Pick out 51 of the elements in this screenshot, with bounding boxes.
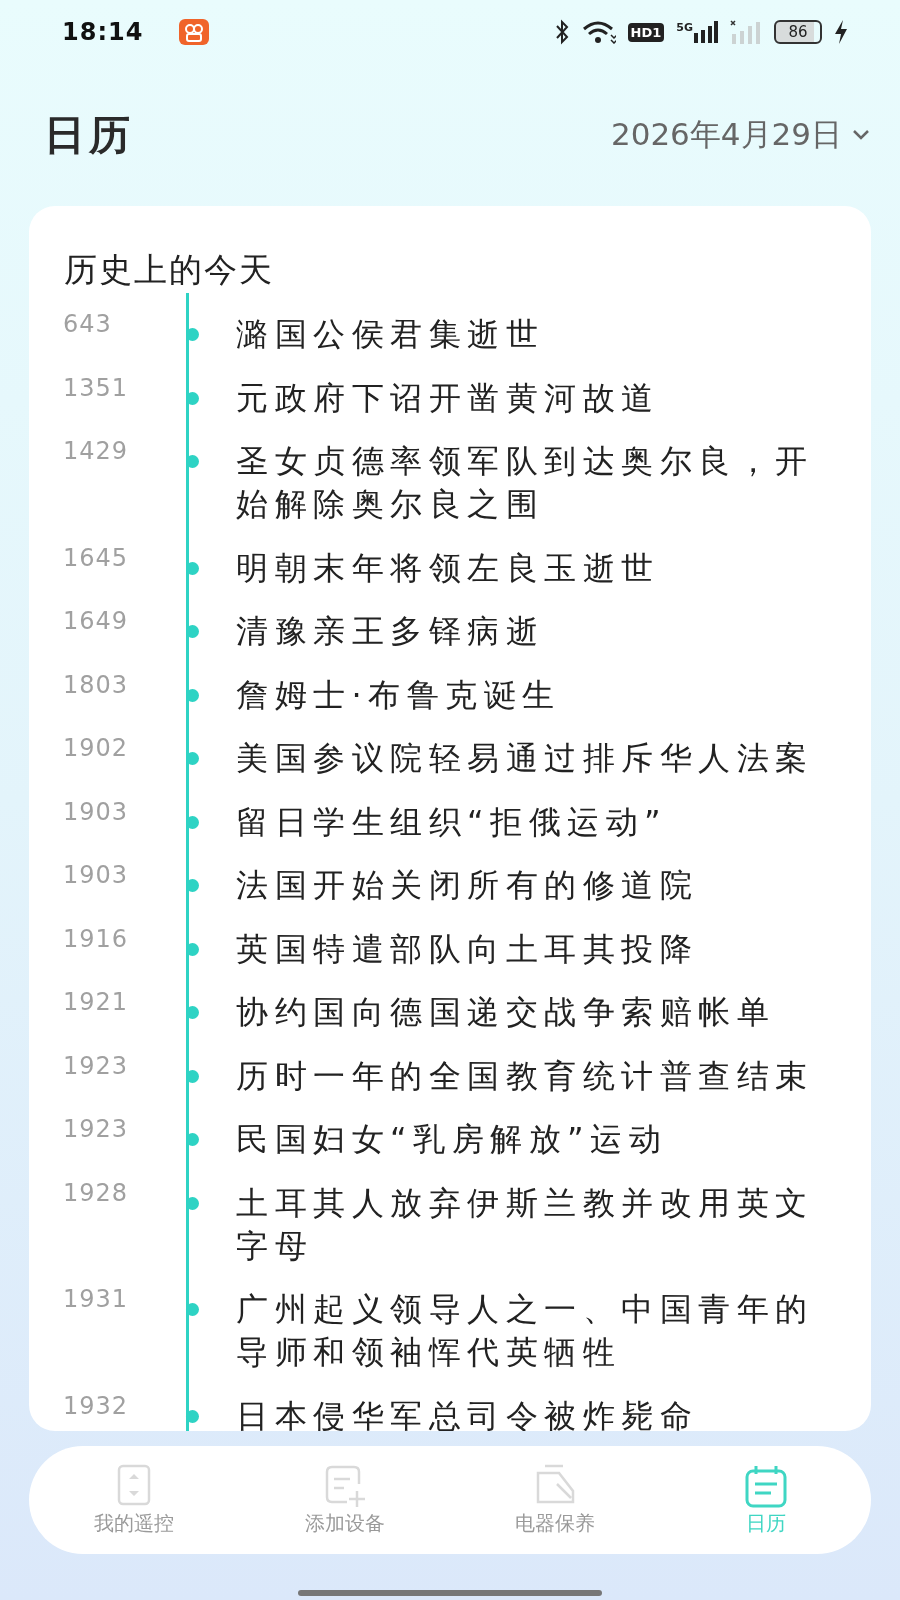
card-title: 历史上的今天 bbox=[63, 249, 275, 291]
event-text: 留日学生组织“拒俄运动” bbox=[236, 801, 669, 843]
chevron-down-icon bbox=[852, 129, 870, 141]
network-label: 5G bbox=[676, 21, 693, 34]
event-year: 1649 bbox=[62, 606, 130, 637]
nav-tab[interactable]: 电器保养 bbox=[475, 1463, 636, 1537]
event-text: 协约国向德国递交战争索赔帐单 bbox=[236, 992, 776, 1033]
event-year: 1902 bbox=[62, 733, 130, 764]
event-year: 1928 bbox=[62, 1177, 130, 1209]
event-text: 清豫亲王多铎病逝 bbox=[236, 611, 545, 652]
date-selector[interactable]: 2026年4月29日 bbox=[610, 114, 870, 156]
wifi-icon bbox=[581, 20, 616, 44]
event-year: 1931 bbox=[62, 1284, 130, 1315]
event-text: 广州起义领导人之一、中国青年的导师和领袖恽代英牺牲 bbox=[236, 1289, 815, 1373]
calendar-icon bbox=[743, 1463, 788, 1508]
hd-badge: HD1 bbox=[627, 22, 665, 42]
bluetooth-icon bbox=[553, 19, 570, 45]
status-time: 18:14 bbox=[62, 18, 144, 46]
event-text: 英国特遣部队向土耳其投降 bbox=[236, 928, 699, 970]
event-year: 1903 bbox=[62, 860, 130, 891]
event-year: 1803 bbox=[62, 669, 130, 701]
event-text: 元政府下诏开凿黄河故道 bbox=[236, 377, 661, 419]
app-icon bbox=[179, 19, 210, 45]
nav-tab[interactable]: 添加设备 bbox=[264, 1463, 425, 1537]
event-text: 日本侵华军总司令被炸毙命 bbox=[236, 1395, 699, 1431]
page-title: 日历 bbox=[44, 109, 134, 161]
event-text: 历时一年的全国教育统计普查结束 bbox=[236, 1055, 815, 1097]
event-year: 1932 bbox=[62, 1390, 130, 1422]
event-text: 潞国公侯君集逝世 bbox=[236, 314, 545, 355]
battery-indicator: 86 bbox=[774, 20, 822, 44]
event-text: 民国妇女“乳房解放”运动 bbox=[236, 1119, 669, 1160]
event-text: 法国开始关闭所有的修道院 bbox=[236, 865, 699, 906]
event-year: 1351 bbox=[62, 372, 130, 404]
event-text: 明朝末年将领左良玉逝世 bbox=[236, 547, 661, 589]
charging-icon bbox=[834, 20, 848, 44]
nav-tab[interactable]: 日历 bbox=[685, 1463, 846, 1537]
no-signal-icon bbox=[730, 20, 762, 44]
event-year: 1923 bbox=[62, 1050, 130, 1082]
event-text: 美国参议院轻易通过排斥华人法案 bbox=[236, 738, 815, 779]
signal-icon bbox=[694, 21, 718, 43]
event-year: 1923 bbox=[62, 1114, 130, 1145]
event-text: 圣女贞德率领军队到达奥尔良，开始解除奥尔良之围 bbox=[236, 441, 815, 525]
nav-tab[interactable]: 我的遥控 bbox=[54, 1463, 215, 1537]
event-year: 1916 bbox=[62, 923, 130, 955]
event-text: 詹姆士·布鲁克诞生 bbox=[236, 674, 562, 716]
event-year: 1921 bbox=[62, 987, 130, 1018]
event-year: 1903 bbox=[62, 796, 130, 828]
event-text: 土耳其人放弃伊斯兰教并改用英文字母 bbox=[236, 1182, 815, 1267]
event-year: 1645 bbox=[62, 542, 130, 574]
event-year: 643 bbox=[62, 309, 113, 340]
event-year: 1429 bbox=[62, 436, 130, 467]
